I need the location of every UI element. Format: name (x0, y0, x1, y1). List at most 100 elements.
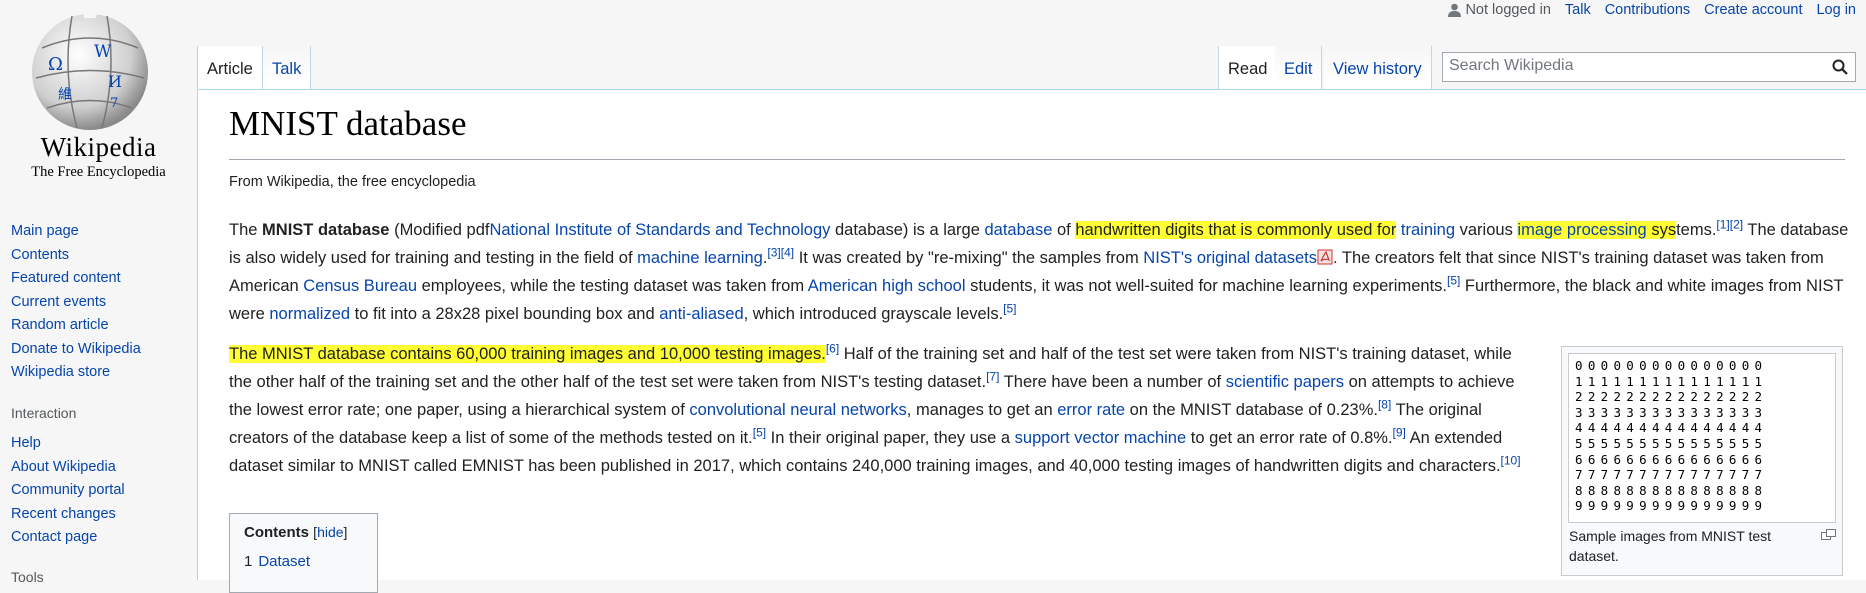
toc-item-number: 1 (244, 553, 253, 570)
text: database) is a large (830, 221, 985, 239)
personal-tools: Not logged in Talk Contributions Create … (1434, 2, 1856, 18)
search-input[interactable] (1443, 53, 1825, 79)
globe-letter-4: 維 (58, 87, 72, 103)
wikipedia-logo[interactable]: Ω W И 維 7 Wikipedia The Free Encyclopedi… (0, 0, 197, 185)
login-link[interactable]: Log in (1816, 2, 1856, 18)
citation-7[interactable]: [7] (986, 370, 999, 384)
tab-view-history[interactable]: View history (1324, 46, 1432, 89)
sidebar-item-donate[interactable]: Donate to Wikipedia (11, 338, 141, 362)
globe-letter-3: И (108, 72, 122, 91)
link-convolutional-neural-networks[interactable]: convolutional neural networks (689, 401, 906, 419)
mnist-sample-image[interactable]: 000000000000000 111111111111111 22222222… (1568, 353, 1836, 523)
sidebar-item-community-portal[interactable]: Community portal (11, 479, 125, 503)
toc-title: Contents (244, 524, 309, 541)
sidebar-navigation: Main page Contents Featured content Curr… (11, 220, 141, 385)
text: , which introduced grayscale levels. (743, 305, 1004, 323)
citation-8[interactable]: [8] (1378, 398, 1391, 412)
contributions-link[interactable]: Contributions (1605, 2, 1690, 18)
bold-term: MNIST database (262, 221, 390, 239)
thumbnail-figure: 000000000000000 111111111111111 22222222… (1561, 346, 1843, 576)
tab-talk[interactable]: Talk (263, 46, 312, 89)
wikipedia-tagline: The Free Encyclopedia (31, 164, 166, 180)
sidebar-item-store[interactable]: Wikipedia store (11, 361, 141, 385)
text: It was created by "re-mixing" the sample… (794, 249, 1144, 267)
wikipedia-globe-icon (32, 8, 148, 130)
text: of (1052, 221, 1076, 239)
link-census-bureau[interactable]: Census Bureau (303, 277, 417, 295)
paragraph-dataset: The MNIST database contains 60,000 train… (229, 340, 1534, 480)
link-normalized[interactable]: normalized (269, 305, 350, 323)
text: tems. (1676, 221, 1717, 239)
link-nist-original-datasets[interactable]: NIST's original datasets (1143, 249, 1317, 267)
table-of-contents: Contents [hide] 1 Dataset (229, 513, 378, 593)
highlighted-text: The MNIST database contains 60,000 train… (229, 345, 826, 363)
wikipedia-wordmark: Wikipedia (40, 132, 157, 162)
sidebar-item-contact-page[interactable]: Contact page (11, 526, 125, 550)
citation-10[interactable]: [10] (1501, 454, 1521, 468)
citation-5[interactable]: [5] (1447, 274, 1460, 288)
sidebar-item-contents[interactable]: Contents (11, 244, 141, 268)
search-icon (1832, 59, 1848, 75)
create-account-link[interactable]: Create account (1704, 2, 1802, 18)
citation-5[interactable]: [5] (753, 426, 766, 440)
sidebar-item-recent-changes[interactable]: Recent changes (11, 503, 125, 527)
link-machine-learning[interactable]: machine learning (637, 249, 763, 267)
text: on the MNIST database of 0.23%. (1125, 401, 1378, 419)
link-training[interactable]: training (1401, 221, 1455, 239)
citation-5[interactable]: [5] (1003, 302, 1016, 316)
highlighted-text: handwritten digits that is commonly used… (1075, 221, 1397, 239)
globe-letter-2: W (94, 42, 112, 62)
text: (Modified pdf (389, 221, 490, 239)
sidebar-item-main-page[interactable]: Main page (11, 220, 141, 244)
text: employees, while the testing dataset was… (417, 277, 808, 295)
text: to fit into a 28x28 pixel bounding box a… (350, 305, 660, 323)
toc-item-dataset[interactable]: Dataset (258, 553, 310, 570)
toc-hide-link[interactable]: hide (317, 524, 343, 540)
link-image-processing[interactable]: image processing (1517, 221, 1647, 239)
user-status: Not logged in (1448, 2, 1551, 18)
search-button[interactable] (1825, 53, 1855, 81)
text: , manages to get an (906, 401, 1058, 419)
toc-item[interactable]: 1 Dataset (244, 553, 363, 570)
citation-6[interactable]: [6] (826, 342, 839, 356)
site-tagline: From Wikipedia, the free encyclopedia (229, 174, 476, 190)
link-nist[interactable]: National Institute of Standards and Tech… (489, 221, 830, 239)
citation-1-2[interactable]: [1][2] (1716, 218, 1743, 232)
sidebar-item-random-article[interactable]: Random article (11, 314, 141, 338)
text: In their original paper, they use a (766, 429, 1015, 447)
tab-read[interactable]: Read (1218, 46, 1278, 89)
link-american-high-school[interactable]: American high school (808, 277, 966, 295)
search-box (1442, 52, 1856, 82)
tab-view-history-label: View history (1333, 60, 1422, 78)
paragraph-intro: The MNIST database (Modified pdfNational… (229, 216, 1849, 328)
thumbnail-caption: Sample images from MNIST test dataset. (1569, 528, 1772, 564)
sidebar-item-current-events[interactable]: Current events (11, 291, 141, 315)
enlarge-icon[interactable] (1821, 529, 1836, 540)
sidebar-item-help[interactable]: Help (11, 432, 125, 456)
sidebar-heading-tools: Tools (11, 569, 44, 585)
link-error-rate[interactable]: error rate (1057, 401, 1125, 419)
talk-link[interactable]: Talk (1565, 2, 1591, 18)
tab-article-label: Article (207, 60, 253, 78)
text: students, it was not well-suited for mac… (965, 277, 1447, 295)
highlighted-text: sys (1646, 221, 1677, 239)
sidebar-item-about[interactable]: About Wikipedia (11, 456, 125, 480)
mnist-digit-grid: 000000000000000 111111111111111 22222222… (1575, 358, 1768, 514)
sidebar-interaction: Help About Wikipedia Community portal Re… (11, 432, 125, 550)
tab-edit-label: Edit (1284, 60, 1313, 78)
tab-article[interactable]: Article (197, 46, 263, 89)
link-anti-aliased[interactable]: anti-aliased (659, 305, 743, 323)
link-scientific-papers[interactable]: scientific papers (1226, 373, 1344, 391)
text: There have been a number of (999, 373, 1226, 391)
sidebar-item-featured-content[interactable]: Featured content (11, 267, 141, 291)
title-divider (229, 159, 1845, 160)
link-support-vector-machine[interactable]: support vector machine (1015, 429, 1187, 447)
link-database[interactable]: database (984, 221, 1052, 239)
text: various (1455, 221, 1518, 239)
tab-edit[interactable]: Edit (1275, 46, 1323, 89)
text: to get an error rate of 0.8%. (1186, 429, 1393, 447)
citation-3-4[interactable]: [3][4] (767, 246, 794, 260)
pdf-icon (1317, 249, 1333, 265)
sidebar-heading-interaction: Interaction (11, 405, 77, 421)
citation-9[interactable]: [9] (1393, 426, 1406, 440)
